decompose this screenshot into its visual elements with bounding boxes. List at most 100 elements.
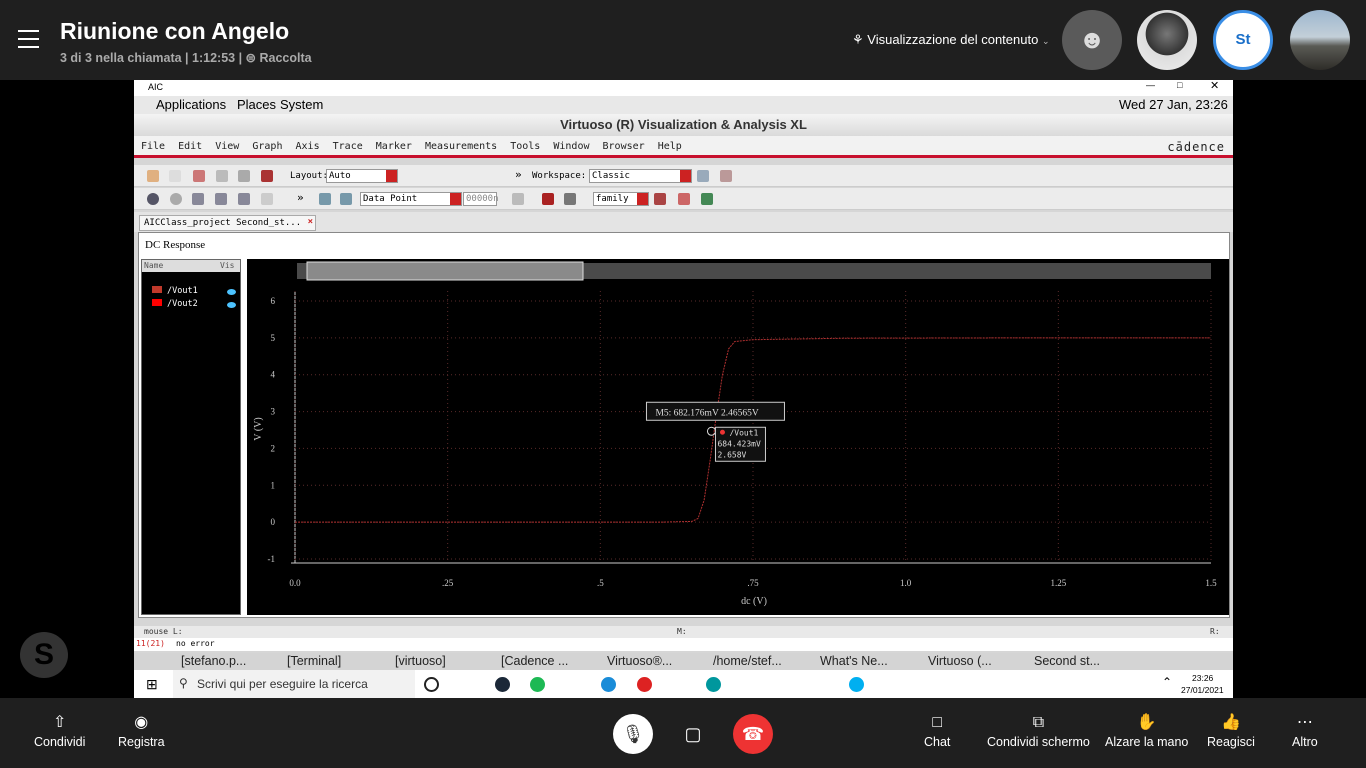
zoom-box-icon[interactable] xyxy=(238,193,250,205)
workspace-delete-icon[interactable] xyxy=(720,170,732,182)
gnome-places[interactable]: Places xyxy=(237,97,276,112)
task-item[interactable]: [stefano.p... xyxy=(181,654,246,668)
acrobat-icon[interactable] xyxy=(637,677,652,692)
family-tool2-icon[interactable] xyxy=(678,193,690,205)
react-button[interactable]: 👍 Reagisci xyxy=(1207,713,1255,749)
task-item[interactable]: /home/stef... xyxy=(713,654,782,668)
menu-file[interactable]: File xyxy=(141,141,165,152)
overflow-chevron-icon[interactable]: » xyxy=(515,168,522,181)
cut-icon[interactable] xyxy=(193,170,205,182)
minimize-icon[interactable]: — xyxy=(1146,80,1155,90)
fit-icon[interactable] xyxy=(147,193,159,205)
camera-off-icon: ▢ xyxy=(684,724,702,744)
zoom-in-icon[interactable] xyxy=(192,193,204,205)
menu-edit[interactable]: Edit xyxy=(178,141,202,152)
task-item[interactable]: What's Ne... xyxy=(820,654,888,668)
share-button[interactable]: ⇧ Condividi xyxy=(34,713,85,749)
plot-area[interactable]: -1 0 1 2 3 4 5 6 0.0 .25 .5 .75 1.0 1.25 1.5 dc (V) V … xyxy=(247,259,1229,615)
paste-icon[interactable] xyxy=(238,170,250,182)
menu-view[interactable]: View xyxy=(215,141,239,152)
marker-prev-icon[interactable] xyxy=(319,193,331,205)
menu-trace[interactable]: Trace xyxy=(333,141,363,152)
task-item[interactable]: Virtuoso (... xyxy=(928,654,992,668)
spotify-icon[interactable] xyxy=(530,677,545,692)
annotation-icon[interactable] xyxy=(564,193,576,205)
menu-graph[interactable]: Graph xyxy=(252,141,282,152)
menu-axis[interactable]: Axis xyxy=(296,141,320,152)
visibility-eye-icon[interactable] xyxy=(227,289,236,295)
flag-icon[interactable] xyxy=(542,193,554,205)
menu-window[interactable]: Window xyxy=(553,141,589,152)
content-view-dropdown[interactable]: ⚘ Visualizzazione del contenuto ⌄ xyxy=(852,32,1050,48)
chat-button[interactable]: □ Chat xyxy=(924,713,950,749)
menu-help[interactable]: Help xyxy=(658,141,682,152)
cortana-icon[interactable] xyxy=(424,677,439,692)
menu-marker[interactable]: Marker xyxy=(376,141,412,152)
steam-icon[interactable] xyxy=(495,677,510,692)
record-button[interactable]: ◉ Registra xyxy=(118,713,165,749)
search-icon: ⚲ xyxy=(179,676,188,690)
workspace-save-icon[interactable] xyxy=(697,170,709,182)
mic-button[interactable]: 🎙 xyxy=(613,714,653,754)
task-item[interactable]: [Terminal] xyxy=(287,654,341,668)
task-item[interactable]: [virtuoso] xyxy=(395,654,446,668)
share-screen-button[interactable]: ⧉ Condividi schermo xyxy=(987,713,1090,749)
dc-response-chart[interactable]: -1 0 1 2 3 4 5 6 0.0 .25 .5 .75 1.0 1.25 1.5 dc (V) V … xyxy=(247,259,1229,615)
windows-start-icon[interactable]: ⊞ xyxy=(146,676,158,693)
edge-icon[interactable] xyxy=(601,677,616,692)
workspace-select[interactable]: Classic xyxy=(589,169,692,183)
task-item[interactable]: Virtuoso®... xyxy=(607,654,672,668)
marker-next-icon[interactable] xyxy=(340,193,352,205)
copy-icon[interactable] xyxy=(216,170,228,182)
gnome-clock[interactable]: Wed 27 Jan, 23:26 xyxy=(1119,97,1228,112)
raise-hand-button[interactable]: ✋ Alzare la mano xyxy=(1105,713,1188,749)
zoom-reset-icon[interactable] xyxy=(170,193,182,205)
gnome-panel: Applications Places System Wed 27 Jan, 2… xyxy=(134,96,1233,114)
menu-icon[interactable] xyxy=(18,30,39,54)
hangup-button[interactable]: ☎ xyxy=(733,714,773,754)
more-button[interactable]: ⋯ Altro xyxy=(1292,713,1318,749)
marker-type-select[interactable]: Data Point xyxy=(360,192,462,206)
close-icon[interactable]: ✕ xyxy=(1210,79,1219,92)
windows-search-box[interactable]: ⚲ Scrivi qui per eseguire la ricerca xyxy=(173,670,415,698)
x-tick-label: .5 xyxy=(597,578,604,588)
camera-button[interactable]: ▢ xyxy=(673,714,713,754)
legend-item[interactable]: /Vout1 xyxy=(152,286,198,296)
legend-swatch xyxy=(152,286,162,293)
strip-icon[interactable] xyxy=(261,193,273,205)
family-tool3-icon[interactable] xyxy=(701,193,713,205)
participant-avatar[interactable] xyxy=(1137,10,1197,70)
calculator-icon[interactable] xyxy=(512,193,524,205)
redo-icon[interactable] xyxy=(169,170,181,182)
delete-icon[interactable] xyxy=(261,170,273,182)
menu-browser[interactable]: Browser xyxy=(603,141,645,152)
tab-strip: AICClass_project Second_st... × xyxy=(134,212,1233,232)
visibility-eye-icon[interactable] xyxy=(227,302,236,308)
overflow-chevron-icon[interactable]: » xyxy=(297,191,304,204)
gnome-system[interactable]: System xyxy=(280,97,323,112)
coordinate-field[interactable]: 00000n xyxy=(463,192,499,206)
tray-chevron-icon[interactable]: ⌃ xyxy=(1162,675,1172,689)
family-tool-icon[interactable] xyxy=(654,193,666,205)
maximize-icon[interactable]: □ xyxy=(1177,80,1182,90)
task-item[interactable]: Second st... xyxy=(1034,654,1100,668)
family-select[interactable]: family xyxy=(593,192,649,206)
skype-taskbar-icon[interactable] xyxy=(849,677,864,692)
menu-tools[interactable]: Tools xyxy=(510,141,540,152)
self-avatar[interactable]: St xyxy=(1213,10,1273,70)
participant-avatar[interactable] xyxy=(1290,10,1350,70)
zoom-out-icon[interactable] xyxy=(215,193,227,205)
legend-item[interactable]: /Vout2 xyxy=(152,299,198,309)
add-participant-button[interactable]: ☻ xyxy=(1062,10,1122,70)
tab-close-icon[interactable]: × xyxy=(308,217,313,227)
scroll-thumb[interactable] xyxy=(306,261,584,281)
menu-measurements[interactable]: Measurements xyxy=(425,141,497,152)
gnome-applications[interactable]: Applications xyxy=(156,97,226,112)
tray-date[interactable]: 27/01/2021 xyxy=(1181,685,1224,695)
arduino-icon[interactable] xyxy=(706,677,721,692)
undo-icon[interactable] xyxy=(147,170,159,182)
task-item[interactable]: [Cadence ... xyxy=(501,654,568,668)
tab-plot-window[interactable]: AICClass_project Second_st... × xyxy=(139,215,316,231)
tray-time[interactable]: 23:26 xyxy=(1192,673,1213,683)
layout-select[interactable]: Auto xyxy=(326,169,398,183)
